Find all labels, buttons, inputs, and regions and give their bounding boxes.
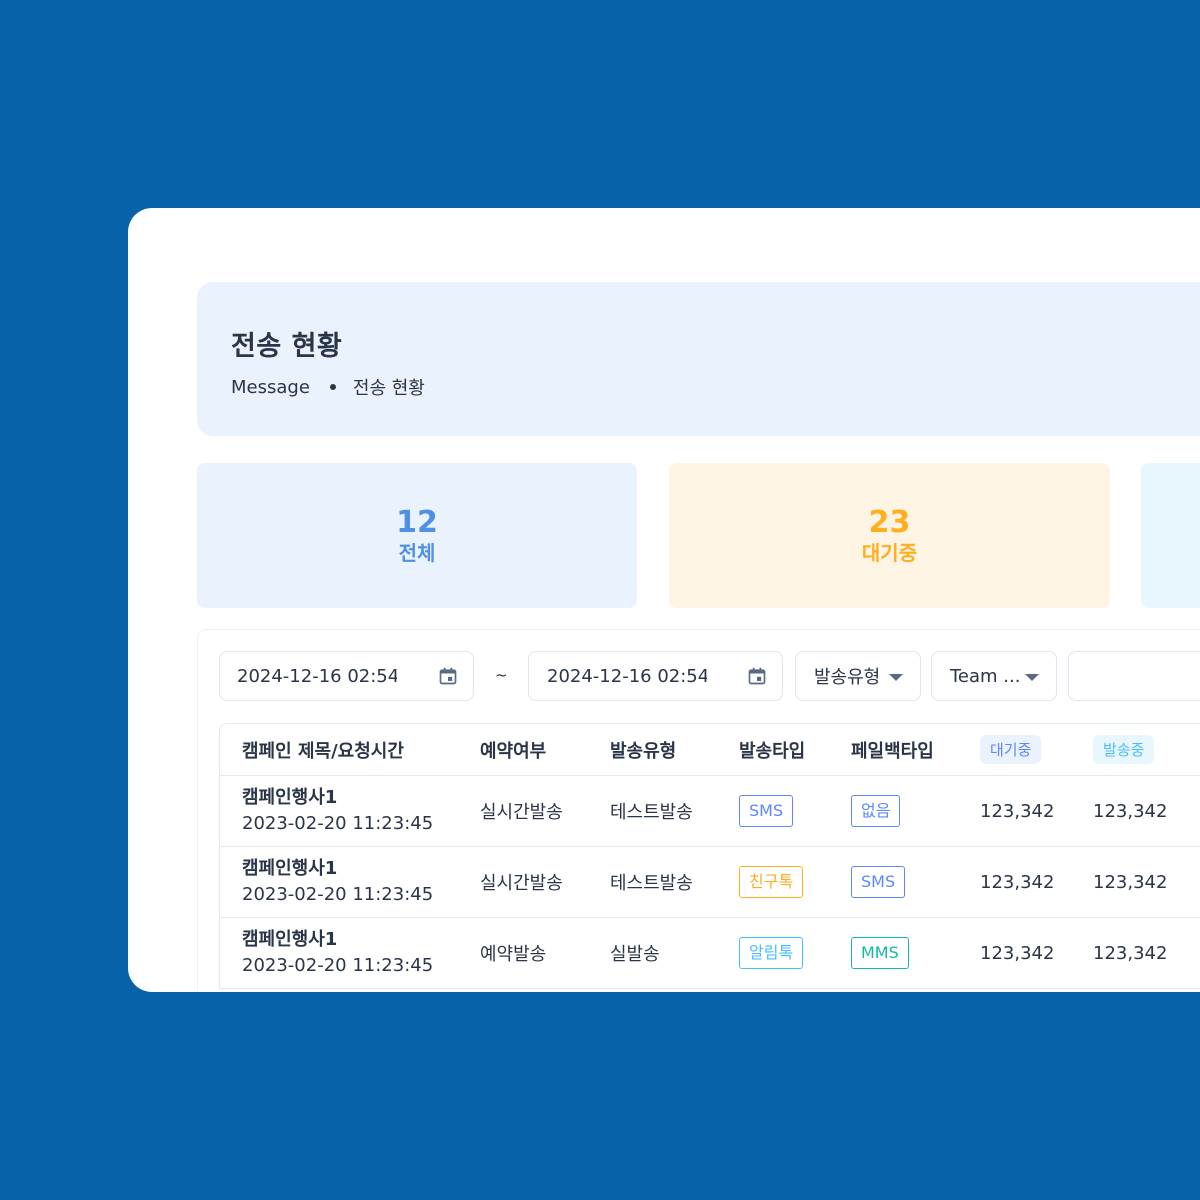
send-type-select[interactable]: 발송유형	[795, 651, 921, 701]
stat-card-total[interactable]: 12 전체	[197, 463, 637, 608]
column-header-waiting[interactable]: 대기중	[980, 724, 1042, 775]
stat-total-label: 전체	[398, 540, 436, 565]
breadcrumb-item-current: 전송 현황	[352, 378, 425, 399]
campaign-table: 캠페인 제목/요청시간 예약여부 발송유형 발송타입 페일백타입 대기중 발송중…	[219, 723, 1200, 989]
stat-total-value: 12	[396, 504, 438, 540]
table-header-row: 캠페인 제목/요청시간 예약여부 발송유형 발송타입 페일백타입 대기중 발송중	[220, 724, 1200, 776]
waiting-count: 123,342	[980, 871, 1055, 893]
request-time: 2023-02-20 11:23:45	[242, 955, 434, 976]
sending-header-badge: 발송중	[1093, 735, 1155, 764]
breadcrumb-item-message[interactable]: Message	[231, 377, 310, 398]
breadcrumb: Message 전송 현황	[231, 374, 425, 400]
send-kind: 테스트발송	[610, 873, 693, 894]
send-type-select-value: 발송유형	[814, 667, 881, 688]
search-input[interactable]	[1068, 651, 1200, 701]
date-range-separator: ~	[495, 666, 508, 684]
team-select[interactable]: Team ...	[931, 651, 1057, 701]
fallback-type-tag: 없음	[851, 795, 901, 827]
send-kind: 테스트발송	[610, 802, 693, 823]
end-date-value: 2024-12-16 02:54	[547, 665, 707, 687]
column-header-send-kind[interactable]: 발송유형	[610, 724, 676, 775]
request-time: 2023-02-20 11:23:45	[242, 813, 434, 834]
stat-waiting-value: 23	[868, 504, 911, 540]
start-date-value: 2024-12-16 02:54	[237, 665, 397, 687]
calendar-icon[interactable]	[438, 666, 458, 686]
campaign-panel: 2024-12-16 02:54 ~ 2024-12-16 02:54 발송유형	[197, 629, 1200, 992]
breadcrumb-separator	[329, 384, 336, 390]
column-header-campaign[interactable]: 캠페인 제목/요청시간	[242, 724, 404, 775]
column-header-reserve[interactable]: 예약여부	[480, 724, 546, 775]
campaign-name: 캠페인행사1	[242, 929, 338, 950]
send-type-tag: 친구톡	[739, 866, 804, 898]
fallback-type-tag: SMS	[851, 866, 906, 898]
send-type-tag: SMS	[739, 795, 794, 827]
sending-count: 123,342	[1093, 942, 1168, 964]
start-date-input[interactable]: 2024-12-16 02:54	[219, 651, 474, 701]
sending-count: 123,342	[1093, 800, 1168, 822]
waiting-count: 123,342	[980, 942, 1055, 964]
page-title: 전송 현황	[231, 331, 343, 362]
reserve-status: 실시간발송	[480, 802, 563, 823]
reserve-status: 실시간발송	[480, 873, 563, 894]
table-row[interactable]: 캠페인행사1 2023-02-20 11:23:45 실시간발송 테스트발송 친구…	[220, 847, 1200, 918]
stat-card-sending[interactable]	[1141, 463, 1200, 608]
caret-down-icon	[1025, 674, 1039, 681]
stat-card-waiting[interactable]: 23 대기중	[669, 463, 1110, 608]
end-date-input[interactable]: 2024-12-16 02:54	[528, 651, 783, 701]
campaign-name: 캠페인행사1	[242, 787, 338, 808]
table-row[interactable]: 캠페인행사1 2023-02-20 11:23:45 실시간발송 테스트발송 SM…	[220, 776, 1200, 847]
table-row[interactable]: 캠페인행사1 2023-02-20 11:23:45 예약발송 실발송 알림톡 M…	[220, 918, 1200, 989]
column-header-fallback[interactable]: 페일백타입	[851, 724, 934, 775]
calendar-icon[interactable]	[747, 666, 767, 686]
request-time: 2023-02-20 11:23:45	[242, 884, 434, 905]
column-header-sending[interactable]: 발송중	[1093, 724, 1155, 775]
send-type-tag: 알림톡	[739, 937, 804, 969]
page-header: 전송 현황 Message 전송 현황	[197, 282, 1200, 436]
main-card: 전송 현황 Message 전송 현황 12 전체 23 대기중 2024-12…	[128, 208, 1200, 992]
column-header-send-type[interactable]: 발송타입	[739, 724, 805, 775]
sending-count: 123,342	[1093, 871, 1168, 893]
fallback-type-tag: MMS	[851, 937, 909, 969]
waiting-count: 123,342	[980, 800, 1055, 822]
caret-down-icon	[889, 674, 903, 681]
stat-waiting-label: 대기중	[861, 540, 918, 565]
waiting-header-badge: 대기중	[980, 735, 1042, 764]
reserve-status: 예약발송	[480, 944, 547, 965]
campaign-name: 캠페인행사1	[242, 858, 338, 879]
send-kind: 실발송	[610, 944, 660, 965]
team-select-value: Team ...	[950, 665, 1021, 687]
